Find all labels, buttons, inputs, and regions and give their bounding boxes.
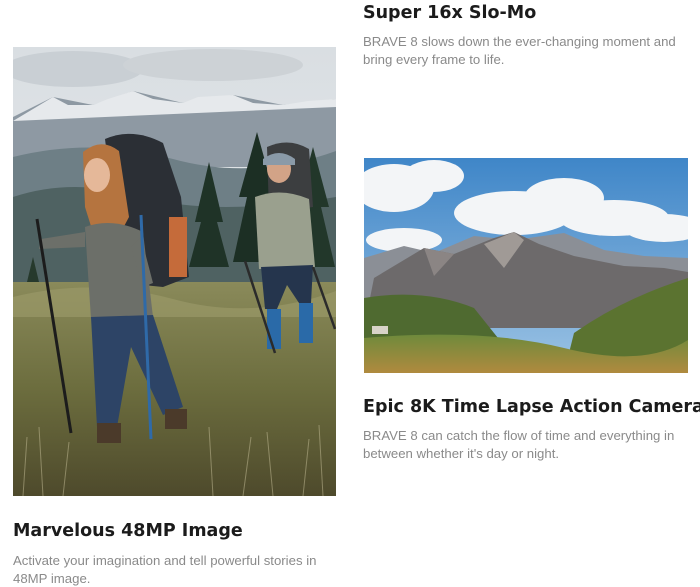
feature-title-timelapse: Epic 8K Time Lapse Action Camera	[363, 397, 700, 417]
feature-description-slomo: BRAVE 8 slows down the ever-changing mom…	[363, 34, 676, 67]
hikers-photo	[13, 47, 336, 496]
feature-title-48mp: Marvelous 48MP Image	[13, 521, 243, 541]
feature-title-slomo: Super 16x Slo-Mo	[363, 3, 537, 23]
feature-description-timelapse: BRAVE 8 can catch the flow of time and e…	[363, 428, 675, 461]
feature-description-48mp: Activate your imagination and tell power…	[13, 553, 317, 586]
mountain-landscape-illustration	[364, 158, 688, 373]
mountain-landscape-photo	[364, 158, 688, 373]
hikers-illustration	[13, 47, 336, 496]
